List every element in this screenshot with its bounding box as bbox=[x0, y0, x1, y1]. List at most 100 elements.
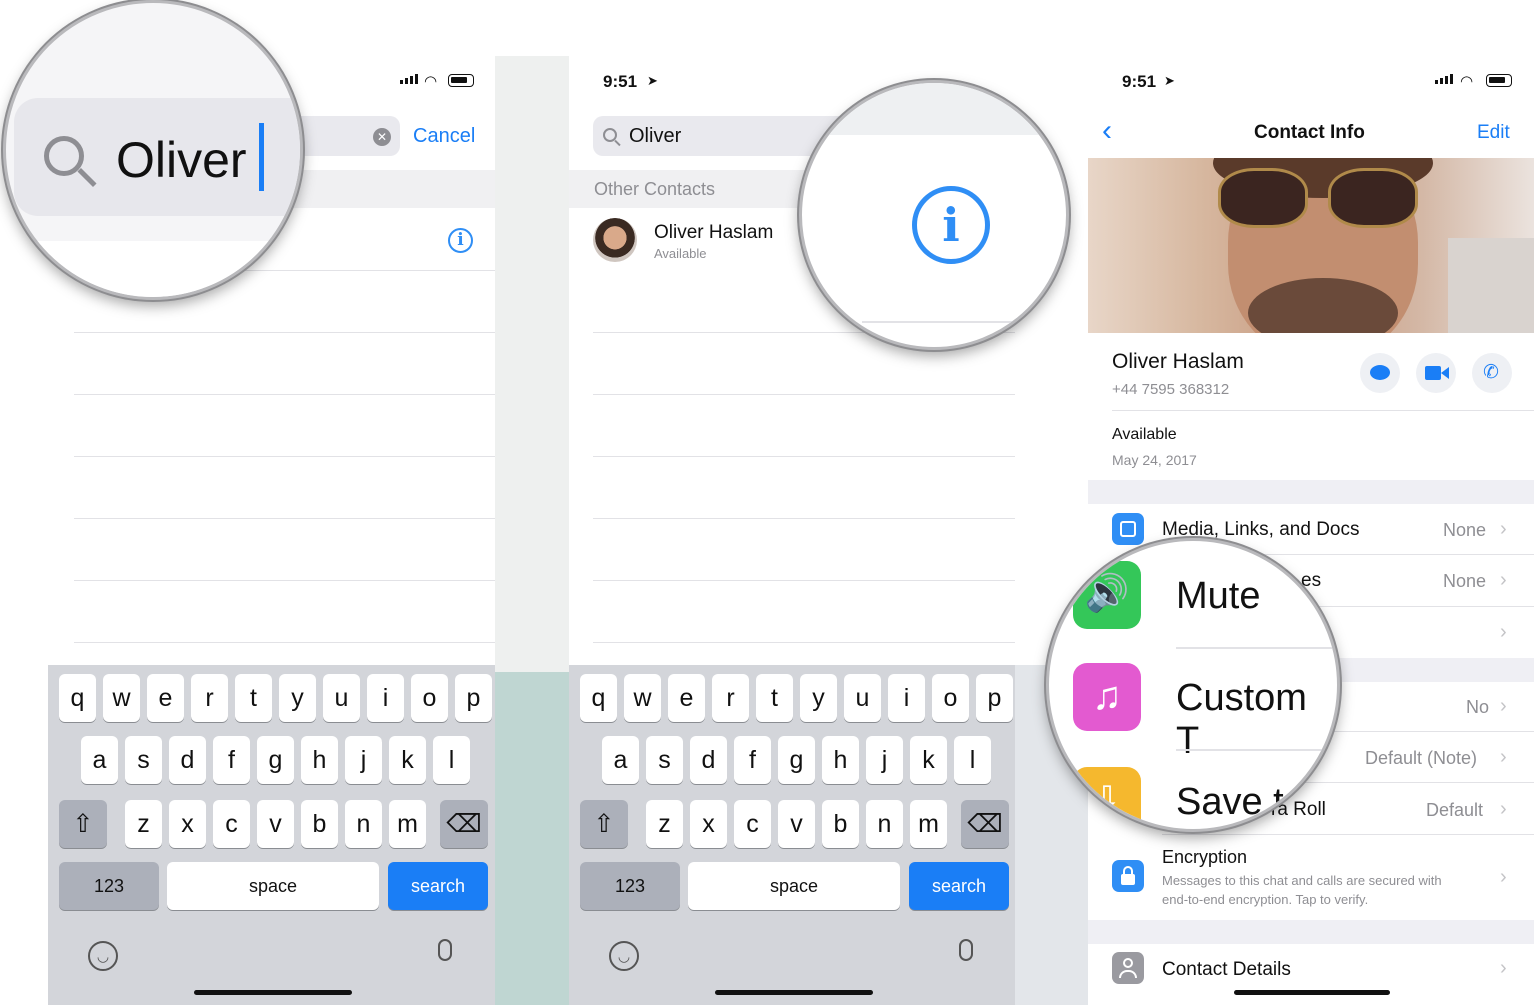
backspace-key[interactable]: ⌫ bbox=[440, 800, 488, 848]
key-v[interactable]: v bbox=[257, 800, 294, 848]
key-e[interactable]: e bbox=[668, 674, 705, 722]
key-e[interactable]: e bbox=[147, 674, 184, 722]
zoom-lens-info: i bbox=[799, 80, 1069, 350]
key-r[interactable]: r bbox=[712, 674, 749, 722]
key-p[interactable]: p bbox=[455, 674, 492, 722]
emoji-icon[interactable]: ◡ bbox=[88, 941, 118, 971]
key-u[interactable]: u bbox=[844, 674, 881, 722]
divider bbox=[74, 580, 495, 581]
key-l[interactable]: l bbox=[433, 736, 470, 784]
key-c[interactable]: c bbox=[734, 800, 771, 848]
zoom-divider bbox=[862, 321, 1066, 323]
key-q[interactable]: q bbox=[59, 674, 96, 722]
key-q[interactable]: q bbox=[580, 674, 617, 722]
status-date: May 24, 2017 bbox=[1112, 452, 1197, 468]
video-call-button[interactable] bbox=[1416, 353, 1456, 393]
search-key[interactable]: search bbox=[909, 862, 1009, 910]
search-key[interactable]: search bbox=[388, 862, 488, 910]
chevron-right-icon: › bbox=[1500, 518, 1507, 540]
key-g[interactable]: g bbox=[778, 736, 815, 784]
photo-sunglasses bbox=[1218, 168, 1308, 228]
photo-background-art bbox=[1448, 238, 1534, 333]
chevron-right-icon: › bbox=[1500, 621, 1507, 643]
microphone-icon[interactable] bbox=[438, 939, 452, 961]
key-j[interactable]: j bbox=[345, 736, 382, 784]
shift-key[interactable]: ⇧ bbox=[580, 800, 628, 848]
key-h[interactable]: h bbox=[822, 736, 859, 784]
key-j[interactable]: j bbox=[866, 736, 903, 784]
key-z[interactable]: z bbox=[646, 800, 683, 848]
info-icon[interactable]: i bbox=[448, 228, 473, 253]
home-indicator bbox=[715, 990, 873, 995]
key-b[interactable]: b bbox=[301, 800, 338, 848]
key-i[interactable]: i bbox=[888, 674, 925, 722]
numbers-key[interactable]: 123 bbox=[59, 862, 159, 910]
numbers-key[interactable]: 123 bbox=[580, 862, 680, 910]
video-camera-icon bbox=[1425, 366, 1441, 380]
key-h[interactable]: h bbox=[301, 736, 338, 784]
space-key[interactable]: space bbox=[688, 862, 900, 910]
divider bbox=[74, 394, 495, 395]
key-w[interactable]: w bbox=[624, 674, 661, 722]
emoji-icon[interactable]: ◡ bbox=[609, 941, 639, 971]
key-g[interactable]: g bbox=[257, 736, 294, 784]
key-d[interactable]: d bbox=[690, 736, 727, 784]
key-y[interactable]: y bbox=[279, 674, 316, 722]
key-z[interactable]: z bbox=[125, 800, 162, 848]
key-a[interactable]: a bbox=[602, 736, 639, 784]
key-t[interactable]: t bbox=[756, 674, 793, 722]
key-u[interactable]: u bbox=[323, 674, 360, 722]
back-chevron-icon[interactable]: ‹ bbox=[1102, 114, 1112, 148]
message-button[interactable] bbox=[1360, 353, 1400, 393]
key-n[interactable]: n bbox=[866, 800, 903, 848]
chevron-right-icon: › bbox=[1500, 746, 1507, 768]
signal-icon bbox=[1435, 74, 1453, 84]
shift-key[interactable]: ⇧ bbox=[59, 800, 107, 848]
key-i[interactable]: i bbox=[367, 674, 404, 722]
encryption-row-hit[interactable] bbox=[1088, 836, 1534, 920]
key-b[interactable]: b bbox=[822, 800, 859, 848]
key-m[interactable]: m bbox=[389, 800, 426, 848]
backspace-key[interactable]: ⌫ bbox=[961, 800, 1009, 848]
edit-button[interactable]: Edit bbox=[1477, 122, 1510, 144]
divider bbox=[1162, 834, 1534, 835]
key-c[interactable]: c bbox=[213, 800, 250, 848]
cancel-button[interactable]: Cancel bbox=[413, 125, 475, 148]
key-x[interactable]: x bbox=[690, 800, 727, 848]
search-icon bbox=[603, 128, 617, 142]
search-input-value[interactable]: Oliver bbox=[629, 125, 681, 148]
key-o[interactable]: o bbox=[411, 674, 448, 722]
contact-phone[interactable]: +44 7595 368312 bbox=[1112, 381, 1229, 398]
key-a[interactable]: a bbox=[81, 736, 118, 784]
key-k[interactable]: k bbox=[910, 736, 947, 784]
key-s[interactable]: s bbox=[125, 736, 162, 784]
key-f[interactable]: f bbox=[734, 736, 771, 784]
key-o[interactable]: o bbox=[932, 674, 969, 722]
key-k[interactable]: k bbox=[389, 736, 426, 784]
key-y[interactable]: y bbox=[800, 674, 837, 722]
key-l[interactable]: l bbox=[954, 736, 991, 784]
wifi-icon: ◠ bbox=[424, 73, 438, 90]
key-x[interactable]: x bbox=[169, 800, 206, 848]
clear-search-icon[interactable]: ✕ bbox=[373, 128, 391, 146]
divider bbox=[593, 580, 1015, 581]
battery-icon bbox=[448, 74, 474, 87]
key-n[interactable]: n bbox=[345, 800, 382, 848]
key-f[interactable]: f bbox=[213, 736, 250, 784]
profile-photo[interactable] bbox=[1088, 158, 1534, 333]
keyboard: q w e r t y u i o p a s d f g h j k l ⇧ z x c v b n m ⌫ 123 space sear… bbox=[48, 665, 495, 1005]
space-key[interactable]: space bbox=[167, 862, 379, 910]
panel-gap-1-keyboard bbox=[495, 672, 569, 1005]
voice-call-button[interactable]: ✆ bbox=[1472, 353, 1512, 393]
contact-details-label[interactable]: Contact Details bbox=[1162, 959, 1291, 981]
microphone-icon[interactable] bbox=[959, 939, 973, 961]
key-d[interactable]: d bbox=[169, 736, 206, 784]
key-m[interactable]: m bbox=[910, 800, 947, 848]
key-p[interactable]: p bbox=[976, 674, 1013, 722]
key-s[interactable]: s bbox=[646, 736, 683, 784]
section-gap bbox=[1088, 480, 1534, 504]
key-v[interactable]: v bbox=[778, 800, 815, 848]
key-w[interactable]: w bbox=[103, 674, 140, 722]
key-r[interactable]: r bbox=[191, 674, 228, 722]
key-t[interactable]: t bbox=[235, 674, 272, 722]
